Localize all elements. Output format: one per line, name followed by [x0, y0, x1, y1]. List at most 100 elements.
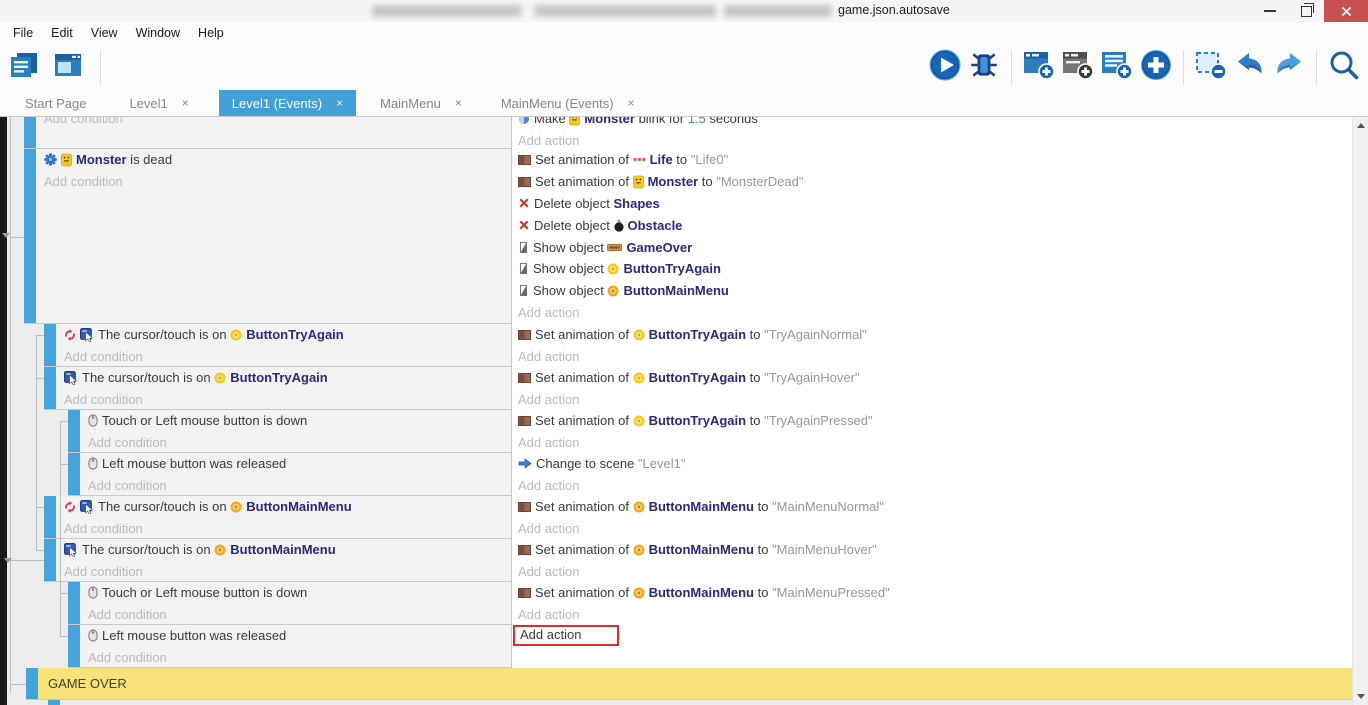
add-comment-button[interactable]: [1101, 50, 1133, 84]
add-condition-button[interactable]: Add condition: [88, 647, 503, 668]
menu-item-help[interactable]: Help: [189, 22, 233, 44]
conditions-cell: Add condition: [36, 117, 503, 148]
menu-item-edit[interactable]: Edit: [42, 22, 82, 44]
action-item[interactable]: Show object ButtonTryAgain: [518, 258, 1352, 280]
condition-item[interactable]: Touch or Left mouse button is down: [88, 582, 503, 604]
action-item[interactable]: Show object ButtonMainMenu: [518, 280, 1352, 302]
event-selection-bar[interactable]: [44, 539, 56, 581]
tab-start-page[interactable]: Start Page: [12, 90, 99, 116]
vertical-scrollbar[interactable]: [1352, 117, 1368, 705]
action-item[interactable]: Set animation of ButtonTryAgain to "TryA…: [518, 324, 1352, 346]
action-item[interactable]: Show object GameOver: [518, 236, 1352, 258]
condition-item[interactable]: Touch or Left mouse button is down: [88, 410, 503, 432]
action-item[interactable]: Set animation of ButtonTryAgain to "TryA…: [518, 410, 1352, 432]
add-action-button[interactable]: Add action: [518, 130, 1352, 150]
action-item[interactable]: Change to scene "Level1": [518, 453, 1352, 475]
add-action-button[interactable]: Add action: [518, 389, 1352, 411]
add-condition-button[interactable]: Add condition: [44, 171, 503, 193]
add-action-button[interactable]: Add action: [518, 561, 1352, 583]
add-action-button[interactable]: Add action: [518, 625, 1352, 647]
add-subevent-button[interactable]: [1062, 50, 1094, 84]
scene-editor-button[interactable]: [52, 50, 84, 84]
event-selection-bar[interactable]: [68, 453, 80, 495]
action-item[interactable]: Make Monster blink for 1.5 seconds: [518, 117, 1352, 130]
tab-close-icon[interactable]: ×: [455, 96, 462, 110]
search-button[interactable]: [1328, 50, 1360, 84]
scroll-down-arrow[interactable]: [1357, 694, 1365, 699]
add-condition-button[interactable]: Add condition: [64, 561, 503, 582]
menu-item-file[interactable]: File: [4, 22, 42, 44]
restore-button[interactable]: [1288, 0, 1324, 22]
scroll-up-arrow[interactable]: [1357, 123, 1365, 128]
tab-close-icon[interactable]: ×: [182, 96, 189, 110]
tab-close-icon[interactable]: ×: [336, 96, 343, 110]
delete-selection-button[interactable]: [1195, 50, 1227, 84]
add-condition-button[interactable]: Add condition: [88, 604, 503, 625]
add-new-button[interactable]: [1140, 50, 1172, 84]
tab-level1-events-[interactable]: Level1 (Events)×: [219, 90, 356, 116]
add-condition-button[interactable]: Add condition: [64, 346, 503, 367]
action-item[interactable]: Delete object Obstacle: [518, 214, 1352, 236]
event-selection-bar[interactable]: [26, 668, 38, 699]
tab-mainmenu-events-[interactable]: MainMenu (Events)×: [488, 90, 648, 116]
tab-mainmenu[interactable]: MainMenu×: [367, 90, 475, 116]
action-item[interactable]: Set animation of ButtonMainMenu to "Main…: [518, 539, 1352, 561]
add-condition-button[interactable]: Add condition: [44, 117, 503, 130]
menu-item-view[interactable]: View: [82, 22, 127, 44]
condition-item[interactable]: The cursor/touch is on ButtonMainMenu: [64, 539, 503, 561]
condition-item[interactable]: Monster is dead: [44, 149, 503, 171]
redo-button[interactable]: [1273, 50, 1305, 84]
event-selection-bar[interactable]: [68, 410, 80, 452]
event-selection-bar[interactable]: [44, 324, 56, 366]
conditions-list: The cursor/touch is on ButtonMainMenuAdd…: [64, 496, 503, 538]
event-selection-bar[interactable]: [24, 149, 36, 323]
event-selection-bar[interactable]: [44, 367, 56, 409]
condition-item[interactable]: Left mouse button was released: [88, 625, 503, 647]
condition-item[interactable]: The cursor/touch is on ButtonMainMenu: [64, 496, 503, 518]
add-action-button[interactable]: Add action: [518, 432, 1352, 454]
add-event-button[interactable]: [1023, 50, 1055, 84]
minimize-button[interactable]: [1252, 0, 1288, 22]
text: Set animation of: [535, 585, 633, 600]
action-item[interactable]: Set animation of Monster to "MonsterDead…: [518, 171, 1352, 193]
comment-text-cell[interactable]: GAME OVER: [38, 668, 1352, 699]
undo-button[interactable]: [1234, 50, 1266, 84]
add-condition-button[interactable]: Add condition: [64, 389, 503, 410]
comment-text: GAME OVER: [48, 676, 127, 691]
add-action-button[interactable]: Add action: [518, 346, 1352, 368]
condition-item[interactable]: The cursor/touch is on ButtonTryAgain: [64, 324, 503, 346]
collapse-toggle-icon[interactable]: [2, 233, 10, 238]
add-action-button[interactable]: Add action: [518, 302, 1352, 324]
add-action-button[interactable]: Add action: [518, 475, 1352, 497]
action-item[interactable]: Set animation of ButtonMainMenu to "Main…: [518, 496, 1352, 518]
event-selection-bar[interactable]: [44, 496, 56, 538]
menu-item-window[interactable]: Window: [127, 22, 189, 44]
condition-item[interactable]: The cursor/touch is on ButtonTryAgain: [64, 367, 503, 389]
add-action-button[interactable]: Add action: [518, 518, 1352, 540]
obstacle-icon: [614, 219, 624, 232]
event-selection-bar[interactable]: [24, 117, 36, 148]
title-bar[interactable]: game.json.autosave: [0, 0, 1368, 23]
action-item[interactable]: Set animation of ButtonTryAgain to "TryA…: [518, 367, 1352, 389]
event-selection-bar[interactable]: [68, 625, 80, 667]
add-condition-button[interactable]: Add condition: [88, 432, 503, 453]
project-manager-button[interactable]: [8, 50, 40, 84]
close-button[interactable]: [1324, 0, 1368, 22]
action-item[interactable]: Set animation of Life to "Life0": [518, 149, 1352, 171]
add-condition-button[interactable]: Add condition: [64, 518, 503, 539]
action-item[interactable]: Set animation of ButtonMainMenu to "Main…: [518, 582, 1352, 604]
add-action-button[interactable]: Add action: [518, 604, 1352, 626]
debug-button[interactable]: [968, 50, 1000, 84]
action-item[interactable]: Delete object Shapes: [518, 193, 1352, 215]
tab-level1[interactable]: Level1×: [116, 90, 201, 116]
condition-item[interactable]: Left mouse button was released: [88, 453, 503, 475]
scene-window-icon: [53, 51, 83, 84]
conditions-cell: The cursor/touch is on ButtonTryAgainAdd…: [56, 367, 503, 409]
collapse-toggle-icon[interactable]: [4, 558, 12, 563]
event-selection-bar[interactable]: [68, 582, 80, 624]
play-button[interactable]: [929, 50, 961, 84]
tab-close-icon[interactable]: ×: [628, 96, 635, 110]
restore-icon: [1301, 6, 1312, 17]
highlighted-add-action[interactable]: Add action: [513, 625, 619, 646]
add-condition-button[interactable]: Add condition: [88, 475, 503, 496]
